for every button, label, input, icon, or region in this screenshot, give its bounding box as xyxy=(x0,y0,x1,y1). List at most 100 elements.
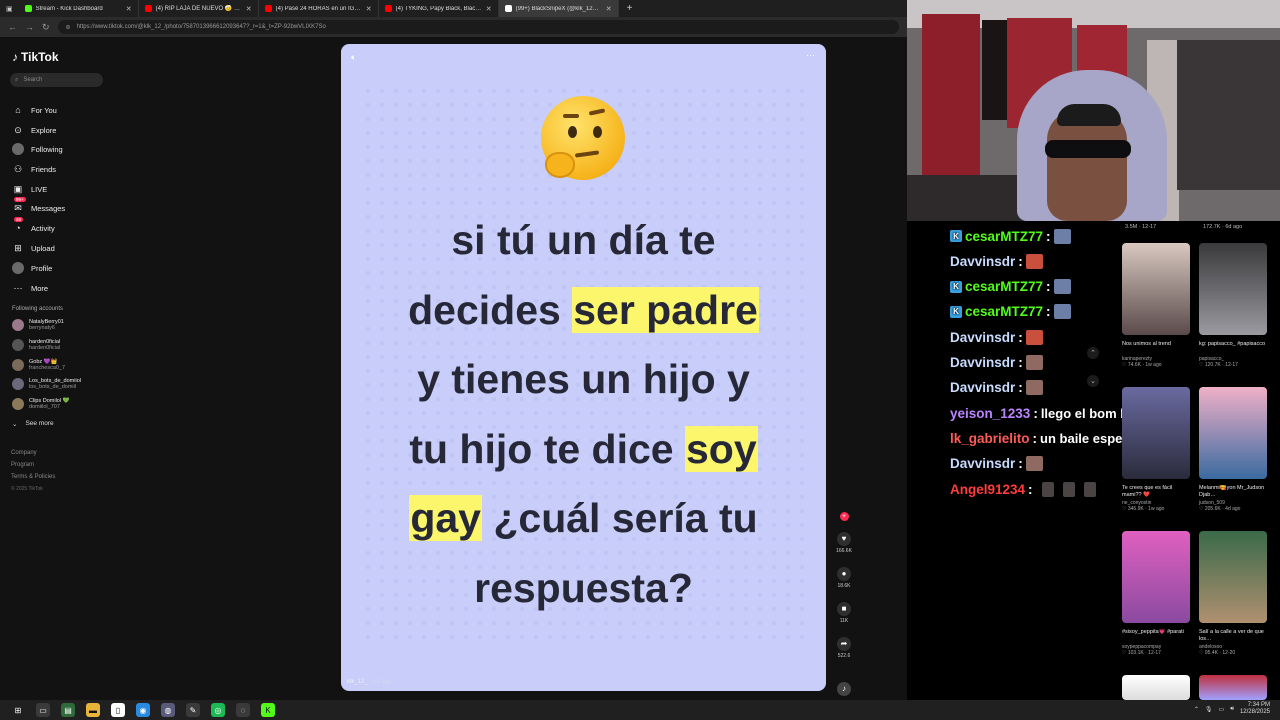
url-text: https://www.tiktok.com/@klk_12_/photo/75… xyxy=(76,24,326,30)
folder-icon[interactable]: ▬ xyxy=(86,703,100,717)
chat-username[interactable]: cesarMTZ77 xyxy=(965,229,1043,244)
share-button[interactable]: ➦ 522.6 xyxy=(833,637,855,659)
chat-username[interactable]: Davvinsdr xyxy=(950,380,1015,395)
more-options-icon[interactable]: ⋯ xyxy=(806,50,816,61)
account-name-block: Los_bots_de_domiiol los_bots_de_domiil xyxy=(29,378,81,391)
like-button[interactable]: ♥ 166.6K xyxy=(833,532,855,554)
browser-tab[interactable]: (4) TYKING, Papy Black, Blacky Dr ✕ xyxy=(379,0,499,17)
chrome-icon[interactable]: ◉ xyxy=(136,703,150,717)
scroll-up-icon[interactable]: ⌃ xyxy=(1087,347,1099,359)
chat-username[interactable]: Davvinsdr xyxy=(950,456,1015,471)
system-tray: ⌃ 🎙︎ ▭ 🔊︎ 7:34 PM 12/28/2025 xyxy=(1194,702,1270,716)
nav-item-more[interactable]: ⋯ More xyxy=(12,282,49,294)
url-field[interactable]: ⊜ https://www.tiktok.com/@klk_12_/photo/… xyxy=(57,20,899,34)
suggested-video-card[interactable]: kg: papisacco_ #papisacco papisacco_ ♡ 120… xyxy=(1199,243,1267,368)
browser-tab[interactable]: (4) Pasé 24 HORAS en un IGLÚ He ✕ xyxy=(259,0,379,17)
browser-tab[interactable]: Stream - Kick Dashboard ✕ xyxy=(19,0,139,17)
nav-item-messages[interactable]: ✉ 99+ Messages xyxy=(12,197,65,214)
chevron-up-icon[interactable]: ⌃ xyxy=(1194,706,1199,713)
chat-username[interactable]: Angel91234 xyxy=(950,482,1025,497)
search-app-icon[interactable]: ▭ xyxy=(36,703,50,717)
following-account[interactable]: Clips Domilol 💚 domiilol_707 xyxy=(12,397,69,411)
account-handle: berrynaty6 xyxy=(29,325,55,331)
browser-tab[interactable]: (99+) BlackSnipeX (@klk_12_) vid ✕ xyxy=(498,0,619,17)
following-account[interactable]: Los_bots_de_domiiol los_bots_de_domiil xyxy=(12,377,81,391)
tiktok-logo[interactable]: ♪ TikTok xyxy=(12,50,59,64)
back-icon[interactable]: ← xyxy=(8,22,17,32)
suggested-video-card[interactable] xyxy=(1199,675,1267,700)
app-icon[interactable]: ✎ xyxy=(186,703,200,717)
chat-username[interactable]: yeison_1233 xyxy=(950,406,1030,421)
nav-item-following[interactable]: Following xyxy=(12,143,63,155)
follow-button[interactable]: + xyxy=(833,512,855,521)
chat-emote-icon xyxy=(1025,355,1043,370)
file-icon[interactable]: ▯ xyxy=(111,703,125,717)
browser-tab[interactable]: (4) RIP LAJA DE NUEVO 🤕 DOMI ✕ xyxy=(139,0,259,17)
webcam-hair xyxy=(1057,104,1121,126)
creator-avatar[interactable]: ♪ xyxy=(833,682,855,696)
volume-tray-icon[interactable]: 🔊︎ xyxy=(1230,706,1234,713)
close-icon[interactable]: ✕ xyxy=(366,5,372,13)
chat-username[interactable]: cesarMTZ77 xyxy=(965,304,1043,319)
chat-emote-icon xyxy=(1083,481,1096,497)
following-account[interactable]: NatalyBerry01 berrynaty6 xyxy=(12,318,64,332)
profile-icon xyxy=(12,262,24,274)
footer-terms[interactable]: Terms & Policies xyxy=(11,474,55,480)
obs-icon[interactable]: ◍ xyxy=(161,703,175,717)
nav-label: Following xyxy=(31,144,63,154)
footer-company[interactable]: Company xyxy=(11,450,37,456)
close-icon[interactable]: ✕ xyxy=(486,5,492,13)
suggested-video-card[interactable]: Te crees que es fácil mami?? ❤️ ne_conyos… xyxy=(1122,387,1190,512)
video-stats: ♡ 74.6K · 1w ago xyxy=(1122,362,1162,368)
nav-item-upload[interactable]: ⊞ Upload xyxy=(12,242,55,254)
nav-item-for-you[interactable]: ⌂ For You xyxy=(12,104,57,116)
clock[interactable]: 7:34 PM 12/28/2025 xyxy=(1240,702,1270,716)
chat-username[interactable]: cesarMTZ77 xyxy=(965,279,1043,294)
forward-icon[interactable]: → xyxy=(25,22,34,32)
suggested-video-card[interactable]: #sisoy_peppita💗 #parati soypeppacompay ♡ 1… xyxy=(1122,531,1190,656)
volume-icon[interactable]: 🔈︎ xyxy=(351,52,356,63)
terminal-icon[interactable]: ▤ xyxy=(61,703,75,717)
chat-username[interactable]: Davvinsdr xyxy=(950,254,1015,269)
suggested-video-card[interactable] xyxy=(1122,675,1190,700)
chat-username[interactable]: Davvinsdr xyxy=(950,355,1015,370)
video-author[interactable]: klk_12_ · 5d ago xyxy=(347,679,391,685)
webcam-closet xyxy=(1177,40,1280,190)
spotify-icon[interactable]: ◎ xyxy=(211,703,225,717)
nav-item-activity[interactable]: ◔ 46 Activity xyxy=(12,217,55,234)
network-icon[interactable]: ▭ xyxy=(1219,706,1225,713)
tab-favicon-icon xyxy=(264,5,272,12)
nav-item-friends[interactable]: ⚇ Friends xyxy=(12,163,56,175)
new-tab-button[interactable]: + xyxy=(619,3,633,14)
scroll-down-icon[interactable]: ⌄ xyxy=(1087,375,1099,387)
close-icon[interactable]: ✕ xyxy=(126,5,132,13)
reload-icon[interactable]: ↻ xyxy=(42,22,50,33)
following-account[interactable]: Gobz 💜👑 franchesca0_7 xyxy=(12,358,65,372)
live-icon: ▣ xyxy=(13,183,23,194)
nav-item-live[interactable]: ▣ LIVE xyxy=(12,183,48,195)
following-account[interactable]: harden0ficial harden0ficial xyxy=(12,338,60,352)
mic-icon[interactable]: 🎙︎ xyxy=(1205,706,1213,713)
suggested-video-card[interactable]: Nos unimos al trend karinaperezty ♡ 74.6K … xyxy=(1122,243,1190,368)
save-button[interactable]: ■ 11K xyxy=(833,602,855,624)
video-player[interactable]: 🔈︎ ⋯ si tú un día te decides ser padre y t… xyxy=(341,44,826,691)
footer-program[interactable]: Program xyxy=(11,462,34,468)
suggested-video-card[interactable]: Melanmi🥰yon Mr_Judson Djab… judson_509 ♡ 2… xyxy=(1199,387,1267,512)
see-more-button[interactable]: ⌄ See more xyxy=(12,420,54,428)
site-info-icon[interactable]: ⊜ xyxy=(66,24,71,31)
nav-item-profile[interactable]: Profile xyxy=(12,262,52,274)
start-icon[interactable]: ⊞ xyxy=(11,703,25,717)
comment-button[interactable]: ● 18.6K xyxy=(833,567,855,589)
chat-username[interactable]: Davvinsdr xyxy=(950,330,1015,345)
video-title: Salí a la calle a ver de que los… xyxy=(1199,629,1264,642)
nav-item-explore[interactable]: ⊙ Explore xyxy=(12,124,56,136)
window-menu-icon[interactable]: ▣ xyxy=(0,5,19,13)
suggested-video-card[interactable]: Salí a la calle a ver de que los… andelos… xyxy=(1199,531,1267,656)
browser-icon[interactable]: ◌ xyxy=(236,703,250,717)
account-name-block: Clips Domilol 💚 domiilol_707 xyxy=(29,398,69,411)
kick-icon[interactable]: K xyxy=(261,703,275,717)
close-icon[interactable]: ✕ xyxy=(606,5,612,13)
close-icon[interactable]: ✕ xyxy=(246,5,252,13)
search-input[interactable]: ⌕ Search xyxy=(10,73,103,87)
chat-username[interactable]: lk_gabrielito xyxy=(950,431,1030,446)
